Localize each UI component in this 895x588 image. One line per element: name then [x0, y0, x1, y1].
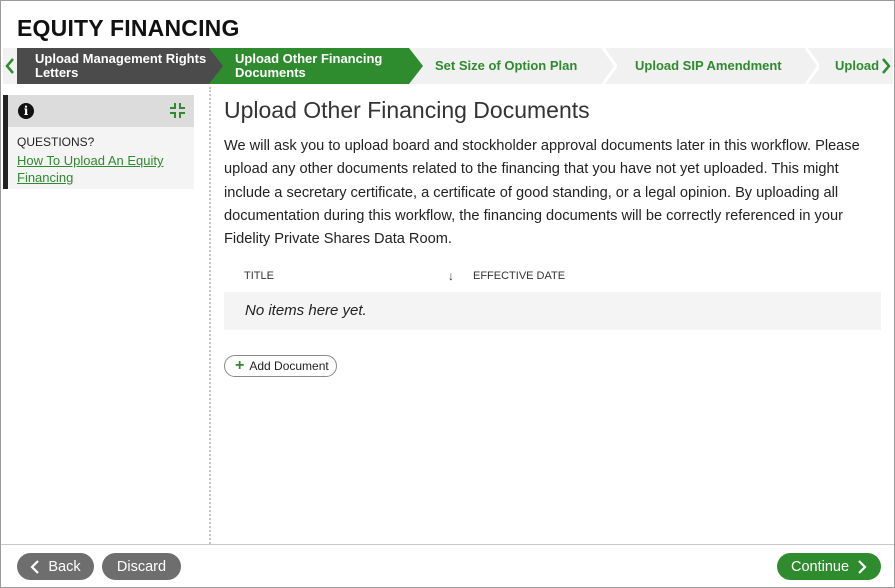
- step-upload-sip-amendment[interactable]: Upload SIP Amendment: [617, 48, 807, 84]
- plus-icon: +: [235, 357, 245, 374]
- column-header-effective-date[interactable]: EFFECTIVE DATE: [473, 270, 565, 282]
- continue-label: Continue: [790, 558, 850, 575]
- step-separator: [409, 48, 423, 84]
- add-document-label: Add Document: [249, 359, 329, 373]
- add-document-button[interactable]: + Add Document: [224, 355, 337, 377]
- info-icon: i: [18, 103, 34, 119]
- discard-label: Discard: [116, 558, 167, 575]
- stepper-next-button[interactable]: [879, 48, 893, 84]
- step-label: Set Size of Option Plan: [435, 58, 578, 73]
- step-label: Upload SIP Amendment: [635, 58, 782, 73]
- back-label: Back: [48, 558, 81, 575]
- chevron-left-icon: [30, 559, 40, 574]
- chevron-right-icon: [858, 559, 867, 574]
- help-panel: i QUESTIONS? How To Upload An Equity Fin…: [3, 95, 194, 189]
- step-label: Upload Other Financing Documents: [235, 51, 383, 80]
- help-panel-header: i: [8, 95, 194, 127]
- back-button[interactable]: Back: [17, 553, 94, 580]
- intro-text: We will ask you to upload board and stoc…: [224, 138, 860, 248]
- step-set-size-of-option-plan[interactable]: Set Size of Option Plan: [423, 48, 603, 84]
- table-empty-row: No items here yet.: [224, 292, 881, 330]
- empty-message: No items here yet.: [245, 302, 367, 319]
- help-link-upload-equity-financing[interactable]: How To Upload An Equity Financing: [17, 152, 187, 186]
- step-label: Upload Management Rights Letters: [35, 51, 207, 80]
- collapse-icon[interactable]: [169, 102, 186, 119]
- step-separator: [602, 48, 618, 84]
- workflow-stepper: Upload Management Rights Letters Upload …: [3, 48, 893, 84]
- column-header-title[interactable]: TITLE: [244, 270, 274, 282]
- page-title: Upload Other Financing Documents: [224, 97, 590, 123]
- workflow-window: EQUITY FINANCING Upload Management Right…: [0, 0, 895, 588]
- step-label: Upload: [835, 58, 879, 73]
- chevron-left-icon: [5, 58, 14, 74]
- app-title: EQUITY FINANCING: [17, 15, 240, 41]
- footer-divider: [1, 544, 894, 545]
- arrow-down-icon[interactable]: ↓: [448, 269, 454, 283]
- questions-label: QUESTIONS?: [17, 135, 95, 149]
- documents-table-header: TITLE ↓ EFFECTIVE DATE: [224, 267, 881, 287]
- step-upload-other-financing-documents[interactable]: Upload Other Financing Documents: [209, 48, 409, 84]
- discard-button[interactable]: Discard: [102, 553, 181, 580]
- step-separator: [209, 48, 223, 84]
- step-upload[interactable]: Upload: [819, 48, 879, 84]
- continue-button[interactable]: Continue: [777, 553, 881, 580]
- stepper-prev-button[interactable]: [3, 48, 17, 84]
- chevron-right-icon: [882, 58, 891, 74]
- step-upload-management-rights-letters[interactable]: Upload Management Rights Letters: [17, 48, 209, 84]
- content-divider: [209, 87, 211, 544]
